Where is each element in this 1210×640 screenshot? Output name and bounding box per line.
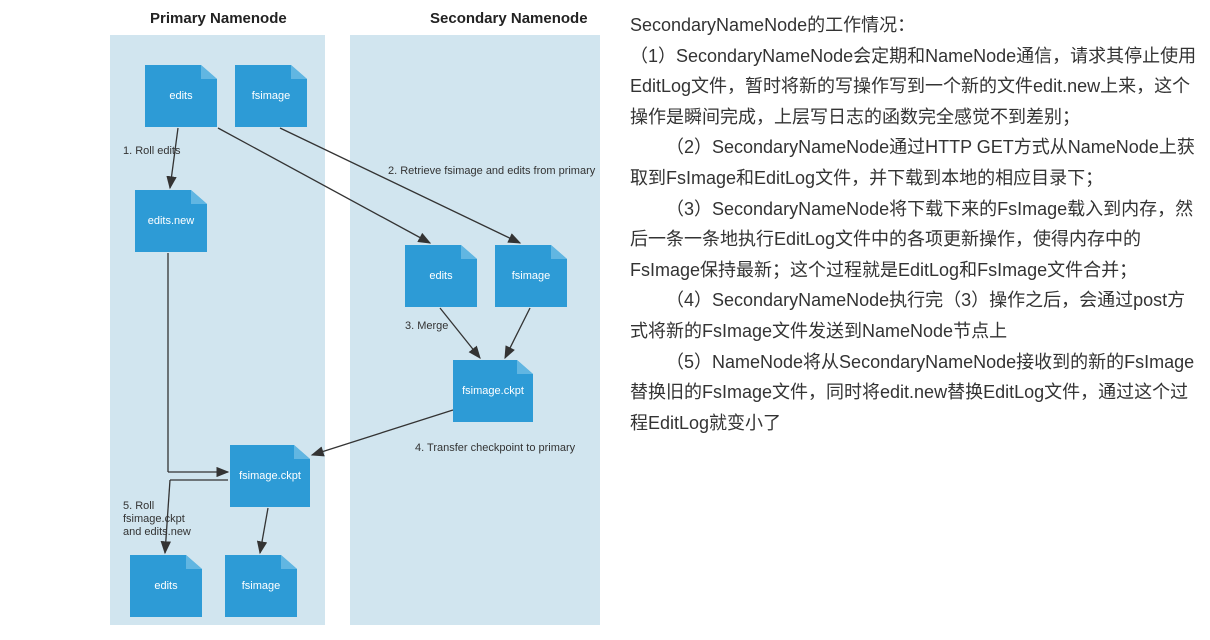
panel-secondary xyxy=(350,35,600,625)
diagram-container: Primary Namenode Secondary Namenode edit… xyxy=(10,10,610,630)
node-s-fsimage-ckpt: fsimage.ckpt xyxy=(453,360,533,422)
node-p-fsimage-ckpt: fsimage.ckpt xyxy=(230,445,310,507)
desc-title: SecondaryNameNode的工作情况： xyxy=(630,10,1200,41)
description-text: SecondaryNameNode的工作情况： （1）SecondaryName… xyxy=(630,10,1200,630)
node-s-fsimage: fsimage xyxy=(495,245,567,307)
step-4-label: 4. Transfer checkpoint to primary xyxy=(415,442,575,455)
step-3-label: 3. Merge xyxy=(405,320,448,333)
desc-p2: （2）SecondaryNameNode通过HTTP GET方式从NameNod… xyxy=(630,132,1200,193)
desc-p3: （3）SecondaryNameNode将下载下来的FsImage载入到内存，然… xyxy=(630,194,1200,286)
node-p-edits-bottom: edits xyxy=(130,555,202,617)
desc-p4: （4）SecondaryNameNode执行完（3）操作之后，会通过post方式… xyxy=(630,285,1200,346)
step-1-label: 1. Roll edits xyxy=(123,145,180,158)
node-s-edits: edits xyxy=(405,245,477,307)
header-primary: Primary Namenode xyxy=(150,10,287,27)
node-p-edits-new: edits.new xyxy=(135,190,207,252)
desc-p5: （5）NameNode将从SecondaryNameNode接收到的新的FsIm… xyxy=(630,347,1200,439)
node-p-fsimage-bottom: fsimage xyxy=(225,555,297,617)
desc-p1: （1）SecondaryNameNode会定期和NameNode通信，请求其停止… xyxy=(630,41,1200,133)
step-2-label: 2. Retrieve fsimage and edits from prima… xyxy=(388,165,595,178)
step-5-label: 5. Roll fsimage.ckpt and edits.new xyxy=(123,500,191,540)
header-secondary: Secondary Namenode xyxy=(430,10,588,27)
node-p-edits-top: edits xyxy=(145,65,217,127)
node-p-fsimage-top: fsimage xyxy=(235,65,307,127)
